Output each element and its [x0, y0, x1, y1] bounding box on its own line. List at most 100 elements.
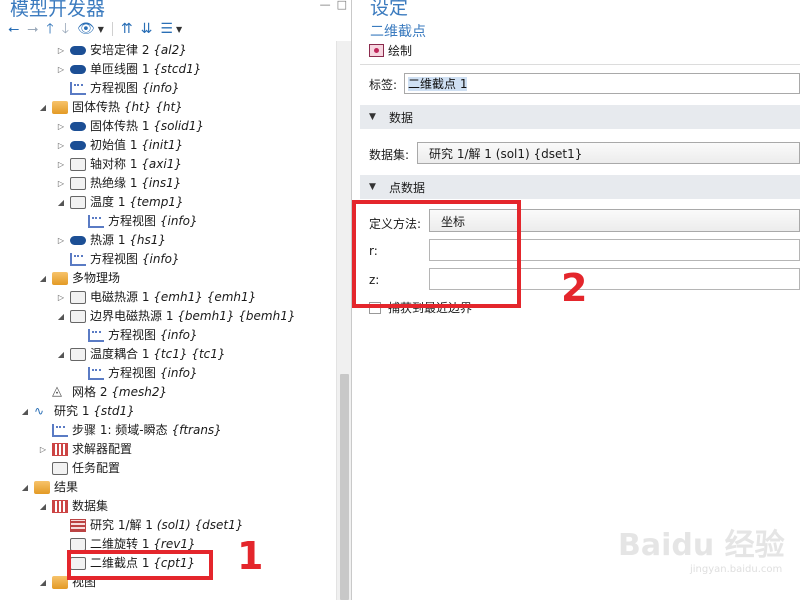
- tree-item[interactable]: ▷ 初始值 1 {init1}: [0, 136, 336, 155]
- tree-item-tag: {ht} {ht}: [123, 100, 183, 114]
- collapse-arrow-icon[interactable]: ◢: [38, 98, 48, 117]
- tree-item-name: 轴对称 1: [90, 157, 138, 171]
- tree-item[interactable]: ▷ 安培定律 2 {al2}: [0, 41, 336, 60]
- label-input[interactable]: 二维截点 1: [404, 73, 800, 94]
- maximize-icon[interactable]: □: [337, 0, 347, 11]
- grid-icon: [52, 500, 68, 513]
- collapse-arrow-icon[interactable]: ◢: [20, 478, 30, 497]
- tree-item-label: 数据集: [72, 497, 108, 516]
- tree-item[interactable]: ◢ 温度 1 {temp1}: [0, 193, 336, 212]
- minimize-icon[interactable]: —: [320, 0, 331, 11]
- label-caption: 标签:: [369, 78, 398, 92]
- collapse-arrow-icon[interactable]: ◢: [56, 345, 66, 364]
- tree-item-label: 方程视图 {info}: [90, 79, 180, 98]
- expand-arrow-icon[interactable]: ▷: [38, 440, 48, 459]
- tree-item-tag: {temp1}: [129, 195, 184, 209]
- tree-item[interactable]: ◢ 固体传热 {ht} {ht}: [0, 98, 336, 117]
- tree-item-label: 初始值 1 {init1}: [90, 136, 183, 155]
- node-icon: [70, 158, 86, 171]
- tree-item-tag: {info}: [159, 366, 198, 380]
- tree-item[interactable]: ▷ 热源 1 {hs1}: [0, 231, 336, 250]
- move-up-icon[interactable]: 🡑: [46, 22, 53, 36]
- tree-item-label: 步骤 1: 频域-瞬态 {ftrans}: [72, 421, 222, 440]
- expand-arrow-icon[interactable]: ▷: [56, 117, 66, 136]
- expand-arrow-icon[interactable]: ▷: [56, 60, 66, 79]
- tree-item-name: 方程视图: [108, 328, 157, 342]
- tree-item-label: 固体传热 {ht} {ht}: [72, 98, 183, 117]
- tree-item-label: 电磁热源 1 {emh1} {emh1}: [90, 288, 256, 307]
- expand-arrow-icon[interactable]: ▷: [56, 288, 66, 307]
- collapse-arrow-icon[interactable]: ◢: [38, 269, 48, 288]
- show-eye-icon[interactable]: 👁: [77, 22, 95, 36]
- physics-node-icon: [70, 236, 86, 245]
- tree-item[interactable]: 任务配置: [0, 459, 336, 478]
- tree-item-tag: (sol1) {dset1}: [156, 518, 244, 532]
- node-icon: [52, 462, 68, 475]
- tree-item[interactable]: ◬ 网格 2 {mesh2}: [0, 383, 336, 402]
- point-data-section-header[interactable]: ▼ 点数据: [360, 175, 800, 199]
- tree-item[interactable]: ▷ 求解器配置: [0, 440, 336, 459]
- tree-item[interactable]: 方程视图 {info}: [0, 79, 336, 98]
- tree-item[interactable]: ◢ 多物理场: [0, 269, 336, 288]
- tree-item[interactable]: ▷ 固体传热 1 {solid1}: [0, 117, 336, 136]
- settings-title: 设定: [370, 0, 409, 19]
- tree-item[interactable]: 步骤 1: 频域-瞬态 {ftrans}: [0, 421, 336, 440]
- tree-item-name: 任务配置: [72, 461, 121, 475]
- tree-item[interactable]: 方程视图 {info}: [0, 212, 336, 231]
- forward-arrow-icon[interactable]: ⭢: [27, 22, 38, 36]
- model-builder-panel: 模型开发器 — □ ⭠ ⭢ 🡑 🡓 👁 ▼ ⇈ ⇊ ☰ ▼ ▷ 安培定律 2 {a…: [0, 0, 352, 600]
- tree-item[interactable]: ◢ 结果: [0, 478, 336, 497]
- expand-arrow-icon[interactable]: ▷: [56, 174, 66, 193]
- tree-item[interactable]: 方程视图 {info}: [0, 326, 336, 345]
- equation-view-icon: [88, 329, 104, 342]
- tree-item-tag: {stcd1}: [153, 62, 202, 76]
- tree-item[interactable]: ◢ ∿ 研究 1 {std1}: [0, 402, 336, 421]
- collapse-arrow-icon[interactable]: ◢: [56, 307, 66, 326]
- expand-arrow-icon[interactable]: ▷: [56, 136, 66, 155]
- tree-item[interactable]: ◢ 数据集: [0, 497, 336, 516]
- tree-item[interactable]: ◢ 边界电磁热源 1 {bemh1} {bemh1}: [0, 307, 336, 326]
- expand-arrow-icon[interactable]: ▷: [56, 41, 66, 60]
- tree-scrollbar[interactable]: [336, 41, 351, 600]
- list-view-icon[interactable]: ☰: [160, 22, 173, 36]
- collapse-arrow-icon[interactable]: ◢: [20, 402, 30, 421]
- annotation-number-2: 2: [561, 266, 588, 310]
- tree-item-label: 求解器配置: [72, 440, 132, 459]
- tree-item[interactable]: ▷ 单匝线圈 1 {stcd1}: [0, 60, 336, 79]
- dataset-select[interactable]: 研究 1/解 1 (sol1) {dset1}: [417, 142, 800, 164]
- tree-item-name: 步骤 1: 频域-瞬态: [72, 423, 168, 437]
- expand-all-icon[interactable]: ⇈: [121, 22, 133, 36]
- tree-item-name: 热绝缘 1: [90, 176, 138, 190]
- collapse-arrow-icon[interactable]: ◢: [38, 573, 48, 592]
- chevron-down-icon[interactable]: ▼: [98, 25, 104, 34]
- tree-item[interactable]: 方程视图 {info}: [0, 250, 336, 269]
- tree-item[interactable]: ◢ 温度耦合 1 {tc1} {tc1}: [0, 345, 336, 364]
- expand-arrow-icon[interactable]: ▷: [56, 155, 66, 174]
- dataset-icon: [70, 519, 86, 532]
- tree-item[interactable]: ▷ 热绝缘 1 {ins1}: [0, 174, 336, 193]
- back-arrow-icon[interactable]: ⭠: [8, 22, 19, 36]
- grid-icon: [52, 443, 68, 456]
- collapse-all-icon[interactable]: ⇊: [141, 22, 153, 36]
- tree-item-tag: {axi1}: [141, 157, 182, 171]
- tree-item[interactable]: ▷ 轴对称 1 {axi1}: [0, 155, 336, 174]
- tree-item-name: 方程视图: [90, 252, 139, 266]
- tree-item-label: 方程视图 {info}: [108, 212, 198, 231]
- draw-button[interactable]: 绘制: [369, 41, 412, 59]
- tree-item-tag: {al2}: [153, 43, 187, 57]
- model-tree: ▷ 安培定律 2 {al2} ▷ 单匝线圈 1 {stcd1} 方程视图 {info} ◢…: [0, 41, 336, 592]
- tree-item[interactable]: 研究 1/解 1 (sol1) {dset1}: [0, 516, 336, 535]
- scrollbar-thumb[interactable]: [340, 374, 349, 600]
- node-icon: [70, 177, 86, 190]
- baidu-watermark: Baidu 经验 jingyan.baidu.com: [590, 510, 790, 590]
- tree-toolbar: ⭠ ⭢ 🡑 🡓 👁 ▼ ⇈ ⇊ ☰ ▼: [8, 20, 182, 38]
- data-section-header[interactable]: ▼ 数据: [360, 105, 800, 129]
- collapse-arrow-icon[interactable]: ◢: [38, 497, 48, 516]
- chevron-down-icon[interactable]: ▼: [176, 25, 182, 34]
- tree-item[interactable]: ▷ 电磁热源 1 {emh1} {emh1}: [0, 288, 336, 307]
- expand-arrow-icon[interactable]: ▷: [56, 231, 66, 250]
- tree-item-name: 单匝线圈 1: [90, 62, 150, 76]
- tree-item[interactable]: 方程视图 {info}: [0, 364, 336, 383]
- collapse-arrow-icon[interactable]: ◢: [56, 193, 66, 212]
- move-down-icon[interactable]: 🡓: [62, 22, 69, 36]
